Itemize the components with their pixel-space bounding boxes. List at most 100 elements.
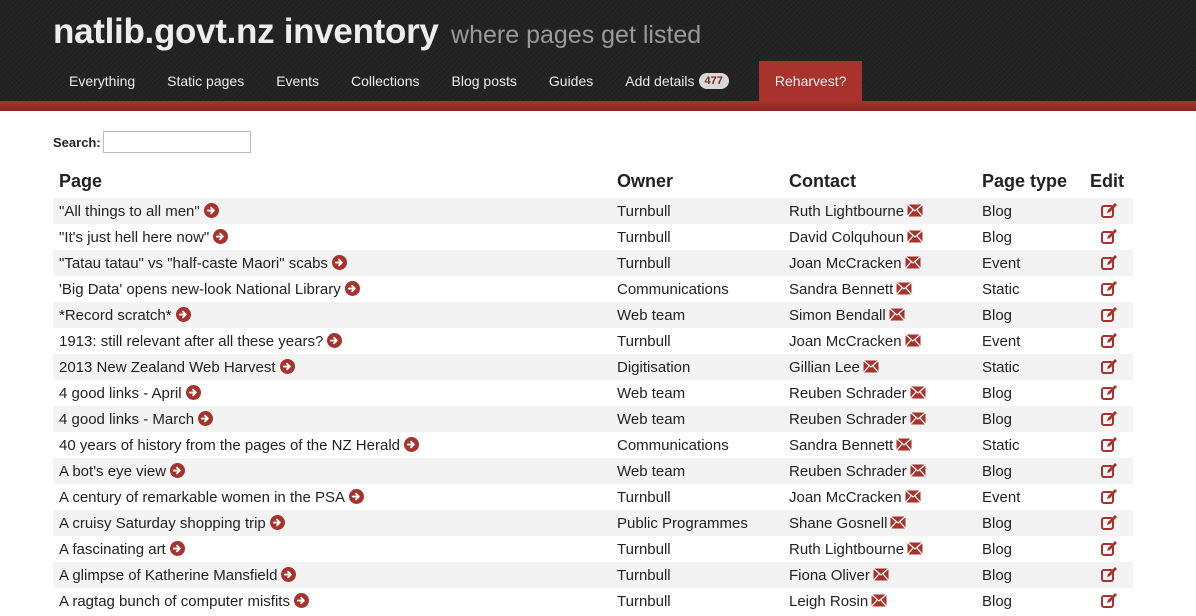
page-type-cell: Blog bbox=[976, 536, 1084, 562]
page-title-link[interactable]: 1913: still relevant after all these yea… bbox=[59, 333, 323, 350]
arrow-circle-right-icon[interactable] bbox=[169, 540, 185, 556]
table-row: A bot's eye view Web team Reuben Schrader B… bbox=[53, 458, 1133, 484]
column-header-page-type[interactable]: Page type bbox=[976, 164, 1084, 198]
envelope-icon[interactable] bbox=[896, 281, 913, 295]
envelope-icon[interactable] bbox=[862, 359, 879, 373]
edit-icon[interactable] bbox=[1100, 384, 1117, 401]
edit-cell bbox=[1084, 458, 1133, 484]
edit-icon[interactable] bbox=[1100, 462, 1117, 479]
column-header-owner[interactable]: Owner bbox=[611, 164, 783, 198]
page-title-link[interactable]: A bot's eye view bbox=[59, 463, 166, 480]
arrow-circle-right-icon[interactable] bbox=[293, 592, 309, 608]
search-input[interactable] bbox=[102, 131, 251, 153]
page-title-link[interactable]: A ragtag bunch of computer misfits bbox=[59, 593, 290, 610]
column-header-page[interactable]: Page bbox=[53, 164, 611, 198]
nav-events[interactable]: Events bbox=[260, 61, 335, 101]
contact-cell: Leigh Rosin bbox=[783, 588, 976, 614]
page-title-link[interactable]: 'Big Data' opens new-look National Libra… bbox=[59, 281, 341, 298]
envelope-icon[interactable] bbox=[909, 385, 926, 399]
arrow-circle-right-icon[interactable] bbox=[331, 254, 347, 270]
nav-static-pages[interactable]: Static pages bbox=[151, 61, 260, 101]
owner-cell: Turnbull bbox=[611, 328, 783, 354]
edit-icon[interactable] bbox=[1100, 358, 1117, 375]
page-title-link[interactable]: 4 good links - April bbox=[59, 385, 182, 402]
envelope-icon[interactable] bbox=[904, 255, 921, 269]
page-title-link[interactable]: A century of remarkable women in the PSA bbox=[59, 489, 345, 506]
page-title-link[interactable]: A glimpse of Katherine Mansfield bbox=[59, 567, 277, 584]
envelope-icon[interactable] bbox=[909, 463, 926, 477]
page-cell: 2013 New Zealand Web Harvest bbox=[53, 354, 611, 380]
edit-icon[interactable] bbox=[1100, 566, 1117, 583]
envelope-icon[interactable] bbox=[888, 307, 905, 321]
nav-reharvest[interactable]: Reharvest? bbox=[758, 61, 863, 101]
arrow-circle-right-icon[interactable] bbox=[175, 306, 191, 322]
arrow-circle-right-icon[interactable] bbox=[213, 228, 229, 244]
site-header: natlib.govt.nz inventory where pages get… bbox=[0, 0, 1196, 101]
nav-guides[interactable]: Guides bbox=[533, 61, 609, 101]
page-cell: *Record scratch* bbox=[53, 302, 611, 328]
edit-icon[interactable] bbox=[1100, 410, 1117, 427]
arrow-circle-right-icon[interactable] bbox=[281, 566, 297, 582]
arrow-circle-right-icon[interactable] bbox=[203, 202, 219, 218]
site-title[interactable]: natlib.govt.nz inventory bbox=[53, 12, 439, 51]
arrow-circle-right-icon[interactable] bbox=[327, 332, 343, 348]
table-header-row: Page Owner Contact Page type Edit bbox=[53, 164, 1133, 198]
page-title-link[interactable]: "All things to all men" bbox=[59, 203, 200, 220]
nav-blog-posts[interactable]: Blog posts bbox=[436, 61, 533, 101]
envelope-icon[interactable] bbox=[909, 411, 926, 425]
arrow-circle-right-icon[interactable] bbox=[348, 488, 364, 504]
edit-cell bbox=[1084, 484, 1133, 510]
envelope-icon[interactable] bbox=[907, 203, 924, 217]
arrow-circle-right-icon[interactable] bbox=[185, 384, 201, 400]
edit-icon[interactable] bbox=[1100, 488, 1117, 505]
page-title-link[interactable]: 40 years of history from the pages of th… bbox=[59, 437, 400, 454]
page-cell: 'Big Data' opens new-look National Libra… bbox=[53, 276, 611, 302]
edit-icon[interactable] bbox=[1100, 202, 1117, 219]
edit-icon[interactable] bbox=[1100, 228, 1117, 245]
nav-collections[interactable]: Collections bbox=[335, 61, 435, 101]
edit-icon[interactable] bbox=[1100, 332, 1117, 349]
edit-icon[interactable] bbox=[1100, 540, 1117, 557]
edit-icon[interactable] bbox=[1100, 254, 1117, 271]
nav-add-details[interactable]: Add details 477 bbox=[609, 61, 745, 101]
arrow-circle-right-icon[interactable] bbox=[198, 410, 214, 426]
page-title-link[interactable]: "It's just hell here now" bbox=[59, 229, 209, 246]
envelope-icon[interactable] bbox=[904, 489, 921, 503]
envelope-icon[interactable] bbox=[871, 593, 888, 607]
contact-name: Ruth Lightbourne bbox=[789, 202, 905, 220]
page-title-link[interactable]: 2013 New Zealand Web Harvest bbox=[59, 359, 276, 376]
column-header-contact[interactable]: Contact bbox=[783, 164, 976, 198]
page-type-cell: Static bbox=[976, 432, 1084, 458]
edit-icon[interactable] bbox=[1100, 436, 1117, 453]
envelope-icon[interactable] bbox=[907, 541, 924, 555]
envelope-icon[interactable] bbox=[890, 515, 907, 529]
page-title-link[interactable]: A fascinating art bbox=[59, 541, 166, 558]
owner-cell: Digitisation bbox=[611, 354, 783, 380]
nav-everything[interactable]: Everything bbox=[53, 61, 151, 101]
page-cell: 1913: still relevant after all these yea… bbox=[53, 328, 611, 354]
main-content: Search: Page Owner Contact Page type Edi… bbox=[0, 111, 1196, 616]
page-title-link[interactable]: *Record scratch* bbox=[59, 307, 172, 324]
edit-icon[interactable] bbox=[1100, 280, 1117, 297]
page-title-link[interactable]: A cruisy Saturday shopping trip bbox=[59, 515, 266, 532]
owner-cell: Turnbull bbox=[611, 536, 783, 562]
page-title-link[interactable]: "Tatau tatau" vs "half-caste Maori" scab… bbox=[59, 255, 328, 272]
arrow-circle-right-icon[interactable] bbox=[170, 462, 186, 478]
owner-cell: Web team bbox=[611, 302, 783, 328]
envelope-icon[interactable] bbox=[896, 437, 913, 451]
envelope-icon[interactable] bbox=[904, 333, 921, 347]
arrow-circle-right-icon[interactable] bbox=[404, 436, 419, 452]
edit-icon[interactable] bbox=[1100, 306, 1117, 323]
arrow-circle-right-icon[interactable] bbox=[269, 514, 285, 530]
arrow-circle-right-icon[interactable] bbox=[279, 358, 295, 374]
edit-icon[interactable] bbox=[1100, 514, 1117, 531]
edit-icon[interactable] bbox=[1100, 592, 1117, 609]
contact-cell: Sandra Bennett bbox=[783, 432, 976, 458]
contact-cell: Joan McCracken bbox=[783, 328, 976, 354]
envelope-icon[interactable] bbox=[907, 229, 924, 243]
owner-cell: Turnbull bbox=[611, 198, 783, 224]
arrow-circle-right-icon[interactable] bbox=[344, 280, 360, 296]
page-title-link[interactable]: 4 good links - March bbox=[59, 411, 194, 428]
table-row: 4 good links - March Web team Reuben Schra… bbox=[53, 406, 1133, 432]
envelope-icon[interactable] bbox=[872, 567, 889, 581]
